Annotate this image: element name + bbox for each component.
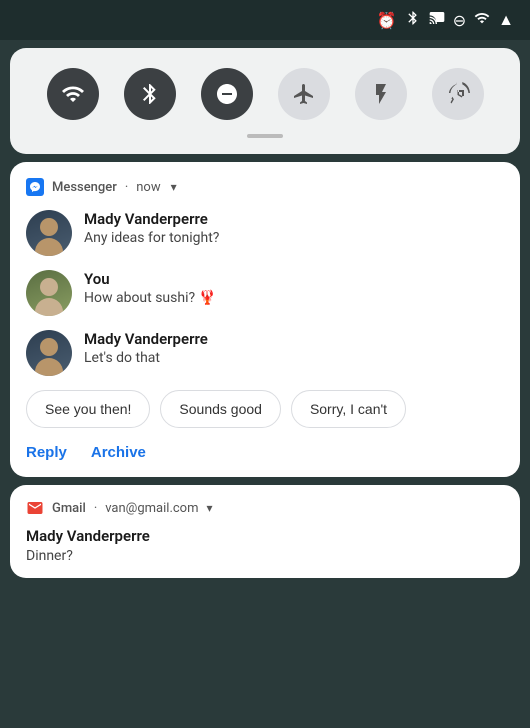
drag-handle xyxy=(247,134,283,138)
wifi-toggle[interactable] xyxy=(47,68,99,120)
status-bar: ⏰ ⊖ ▲ xyxy=(0,0,530,40)
rotate-toggle[interactable] xyxy=(432,68,484,120)
messenger-chevron-icon[interactable]: ▾ xyxy=(171,180,177,194)
gmail-notif-header: Gmail · van@gmail.com ▾ xyxy=(26,499,504,517)
dnd-toggle[interactable] xyxy=(201,68,253,120)
message-row-3: Mady Vanderperre Let's do that xyxy=(26,330,504,376)
bluetooth-toggle[interactable] xyxy=(124,68,176,120)
mady-avatar-1 xyxy=(26,210,72,256)
airplane-toggle[interactable] xyxy=(278,68,330,120)
message-text-3: Let's do that xyxy=(84,350,208,366)
sender-name-3: Mady Vanderperre xyxy=(84,330,208,348)
flashlight-toggle[interactable] xyxy=(355,68,407,120)
you-avatar xyxy=(26,270,72,316)
gmail-notification: Gmail · van@gmail.com ▾ Mady Vanderperre… xyxy=(10,485,520,578)
gmail-subject: Dinner? xyxy=(26,548,504,564)
quick-replies: See you then! Sounds good Sorry, I can't xyxy=(26,390,504,428)
quick-icons-row xyxy=(34,68,496,120)
quick-reply-sorry[interactable]: Sorry, I can't xyxy=(291,390,406,428)
messenger-app-icon xyxy=(26,178,44,196)
message-text-1: Any ideas for tonight? xyxy=(84,230,219,246)
sender-name-1: Mady Vanderperre xyxy=(84,210,219,228)
messenger-notif-time-value: now xyxy=(136,180,160,195)
archive-button[interactable]: Archive xyxy=(91,444,146,461)
gmail-account: van@gmail.com xyxy=(105,501,198,516)
cast-icon xyxy=(429,10,445,30)
gmail-separator: · xyxy=(94,501,97,516)
message-row-2: You How about sushi? 🦞 xyxy=(26,270,504,316)
messenger-notif-header: Messenger · now ▾ xyxy=(26,178,504,196)
alarm-icon: ⏰ xyxy=(377,11,397,30)
messenger-app-name: Messenger xyxy=(52,180,117,195)
mady-avatar-2 xyxy=(26,330,72,376)
quick-settings-panel xyxy=(10,48,520,154)
message-row-1: Mady Vanderperre Any ideas for tonight? xyxy=(26,210,504,256)
wifi-status-icon xyxy=(474,10,490,30)
bluetooth-status-icon xyxy=(405,10,421,30)
quick-reply-see-you[interactable]: See you then! xyxy=(26,390,150,428)
messenger-notif-time: · xyxy=(125,180,128,195)
message-content-3: Mady Vanderperre Let's do that xyxy=(84,330,208,366)
gmail-chevron-icon[interactable]: ▾ xyxy=(207,501,213,515)
notifications-area: Messenger · now ▾ Mady Vanderperre Any i… xyxy=(10,162,520,578)
message-text-2: How about sushi? 🦞 xyxy=(84,290,216,306)
gmail-sender: Mady Vanderperre xyxy=(26,527,504,545)
dnd-status-icon: ⊖ xyxy=(453,11,466,30)
messenger-actions: Reply Archive xyxy=(26,444,504,461)
message-content-2: You How about sushi? 🦞 xyxy=(84,270,216,306)
message-content-1: Mady Vanderperre Any ideas for tonight? xyxy=(84,210,219,246)
quick-reply-sounds-good[interactable]: Sounds good xyxy=(160,390,281,428)
signal-icon: ▲ xyxy=(498,10,514,30)
reply-button[interactable]: Reply xyxy=(26,444,67,461)
gmail-app-icon xyxy=(26,499,44,517)
messenger-notification: Messenger · now ▾ Mady Vanderperre Any i… xyxy=(10,162,520,477)
gmail-app-name: Gmail xyxy=(52,501,86,516)
sender-name-2: You xyxy=(84,270,216,288)
